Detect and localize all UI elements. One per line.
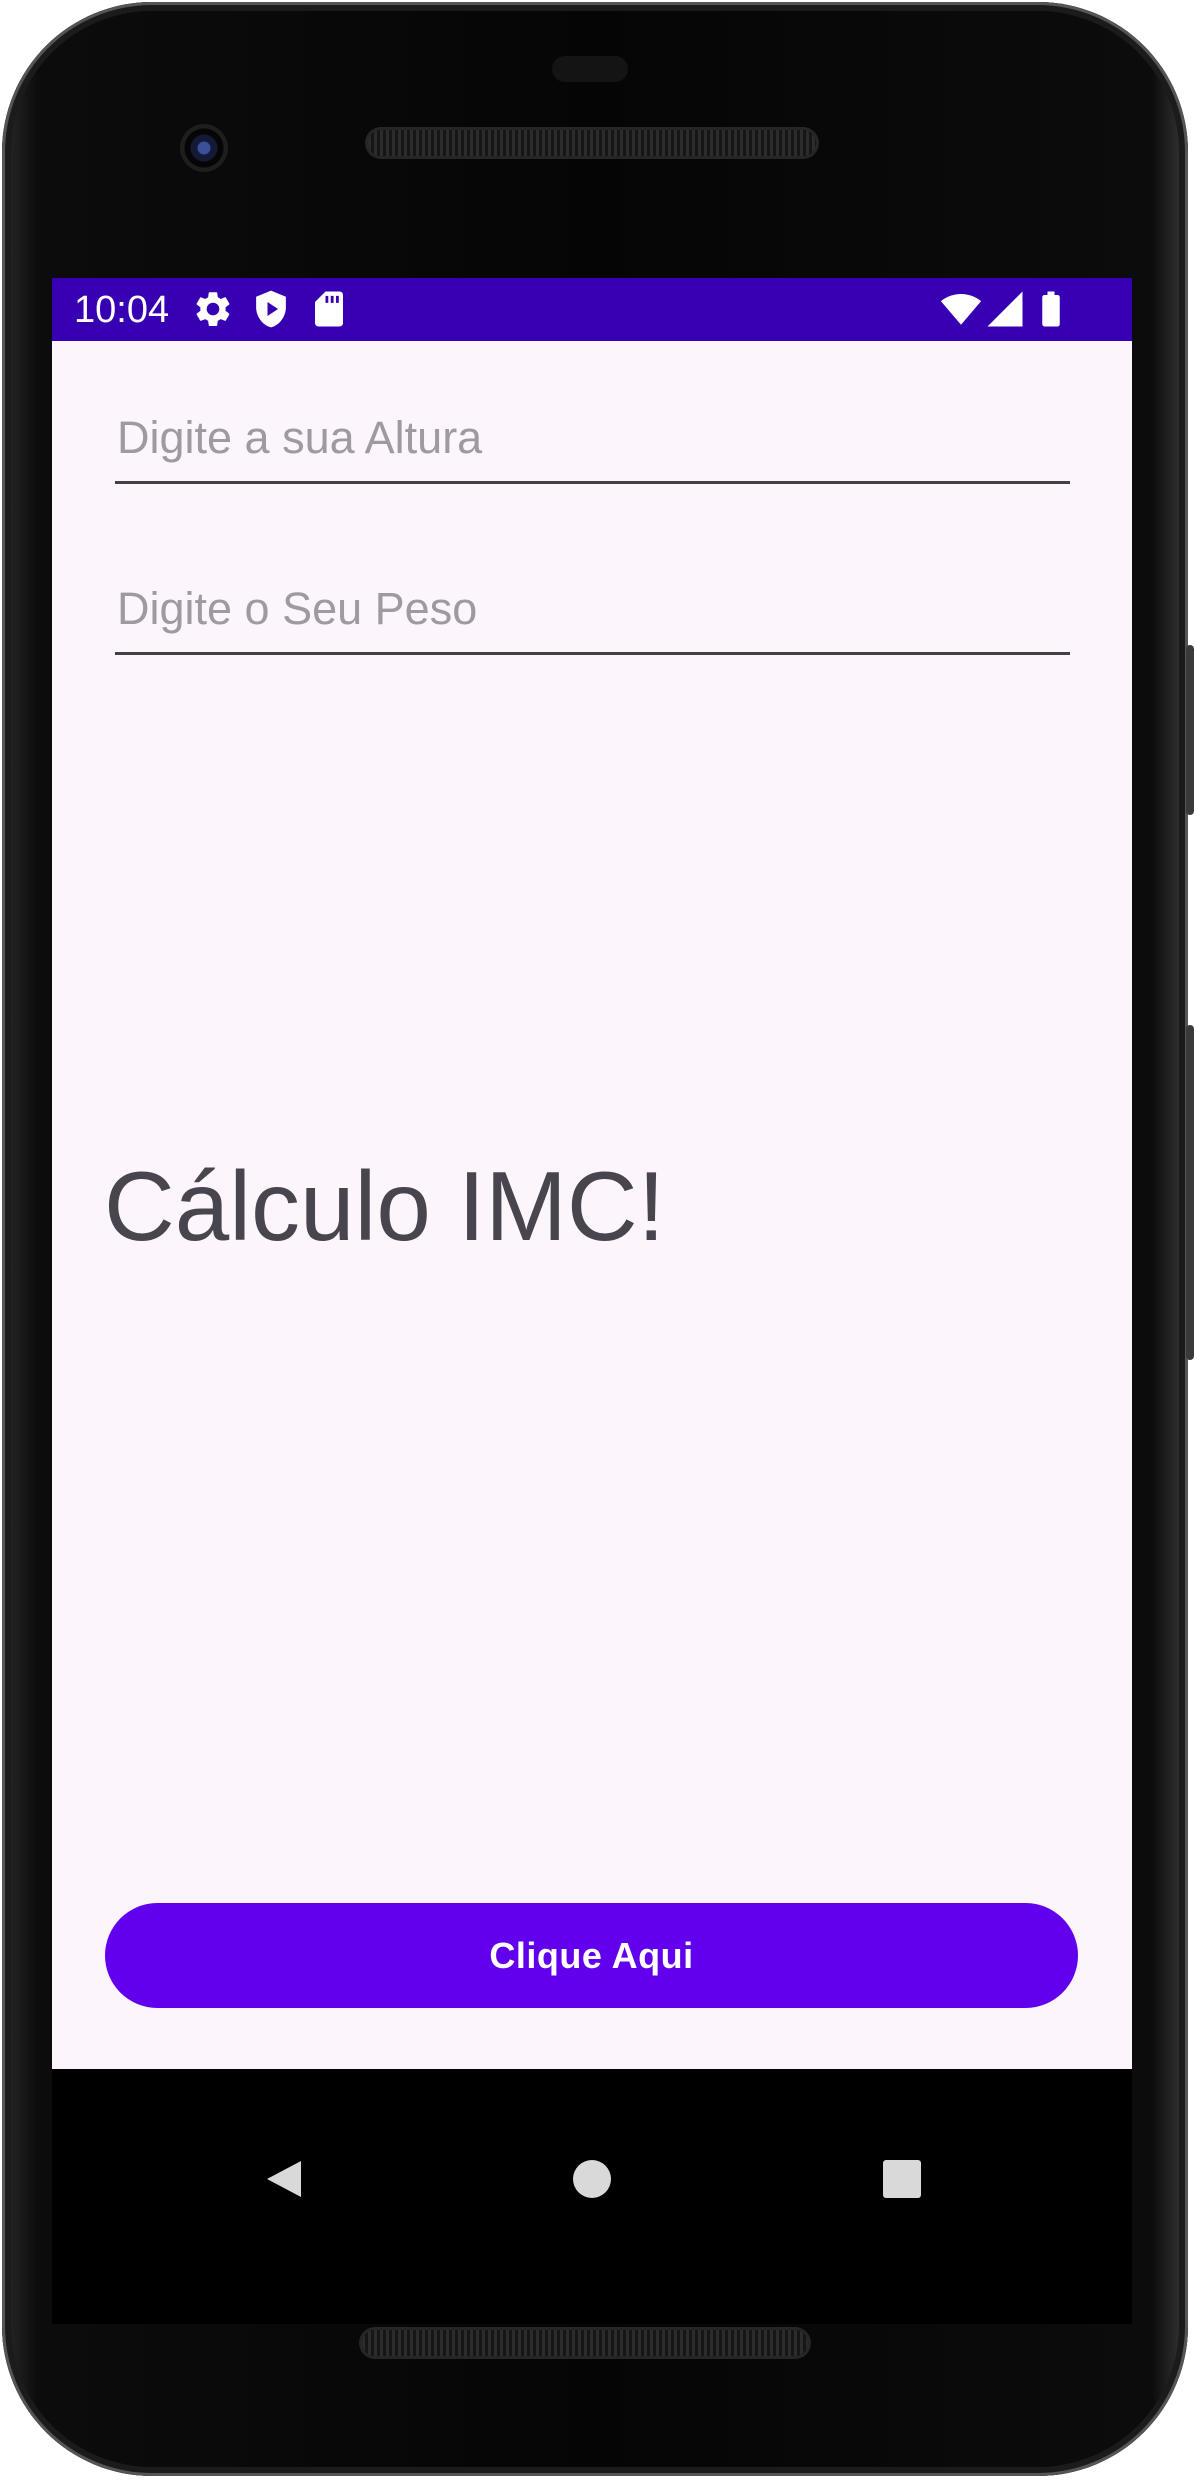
sd-card-icon — [315, 291, 343, 327]
recents-icon — [883, 2160, 921, 2198]
weight-input[interactable] — [115, 565, 1070, 655]
navigation-bar — [52, 2069, 1132, 2324]
phone-screen: 10:04 Cálc — [52, 278, 1132, 2324]
wifi-icon — [940, 293, 982, 325]
status-bar: 10:04 — [52, 278, 1132, 341]
status-time: 10:04 — [74, 289, 170, 331]
phone-device: 10:04 Cálc — [0, 0, 1194, 2480]
proximity-sensor — [552, 56, 628, 82]
power-button[interactable] — [1186, 645, 1194, 815]
app-content: Cálculo IMC! Clique Aqui — [52, 341, 1132, 2069]
recents-button[interactable] — [872, 2149, 932, 2209]
back-button[interactable] — [254, 2149, 314, 2209]
result-title: Cálculo IMC! — [104, 1151, 665, 1261]
cell-signal-icon — [987, 291, 1023, 327]
height-input[interactable] — [115, 394, 1070, 484]
settings-gear-icon — [196, 292, 230, 326]
earpiece-speaker — [368, 130, 816, 156]
back-icon — [267, 2161, 301, 2197]
bottom-speaker — [362, 2330, 808, 2356]
calculate-button[interactable]: Clique Aqui — [105, 1903, 1078, 2008]
front-camera-icon — [180, 124, 228, 172]
volume-rocker[interactable] — [1186, 1025, 1194, 1360]
home-icon — [573, 2160, 611, 2198]
home-button[interactable] — [562, 2149, 622, 2209]
battery-icon — [1042, 291, 1060, 327]
shield-play-icon — [256, 290, 286, 328]
